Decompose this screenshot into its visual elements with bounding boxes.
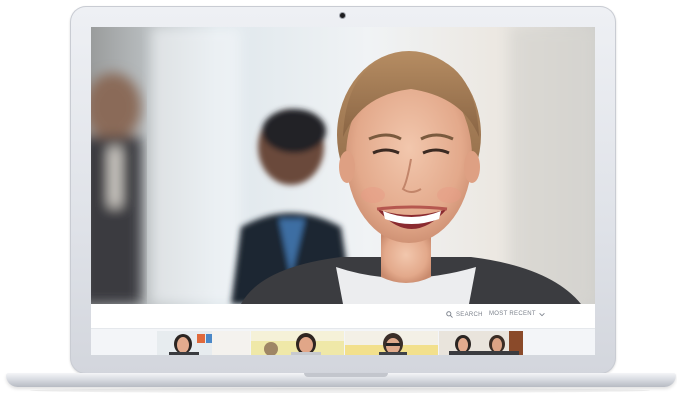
sort-dropdown[interactable]: MOST RECENT xyxy=(489,311,545,317)
video-thumbnail-3[interactable] xyxy=(345,331,438,355)
video-thumbnail-1[interactable] xyxy=(157,331,250,355)
webcam-icon xyxy=(340,13,345,18)
laptop-mockup: SEARCH MOST RECENT xyxy=(0,0,677,397)
search-label: SEARCH xyxy=(456,311,483,318)
video-thumbnails xyxy=(157,331,523,355)
video-thumbnail-2[interactable] xyxy=(251,331,344,355)
chevron-down-icon xyxy=(539,312,545,316)
search-icon xyxy=(446,311,453,318)
laptop-screen: SEARCH MOST RECENT xyxy=(91,27,595,355)
sort-label: MOST RECENT xyxy=(489,311,536,317)
laptop-notch xyxy=(304,373,388,377)
video-thumbnail-4[interactable] xyxy=(439,331,523,355)
search-button[interactable]: SEARCH xyxy=(446,311,483,318)
hero-video-frame[interactable] xyxy=(91,27,595,304)
library-toolbar: SEARCH MOST RECENT xyxy=(91,304,595,329)
laptop-shadow xyxy=(30,388,650,393)
laptop-base xyxy=(6,373,676,387)
